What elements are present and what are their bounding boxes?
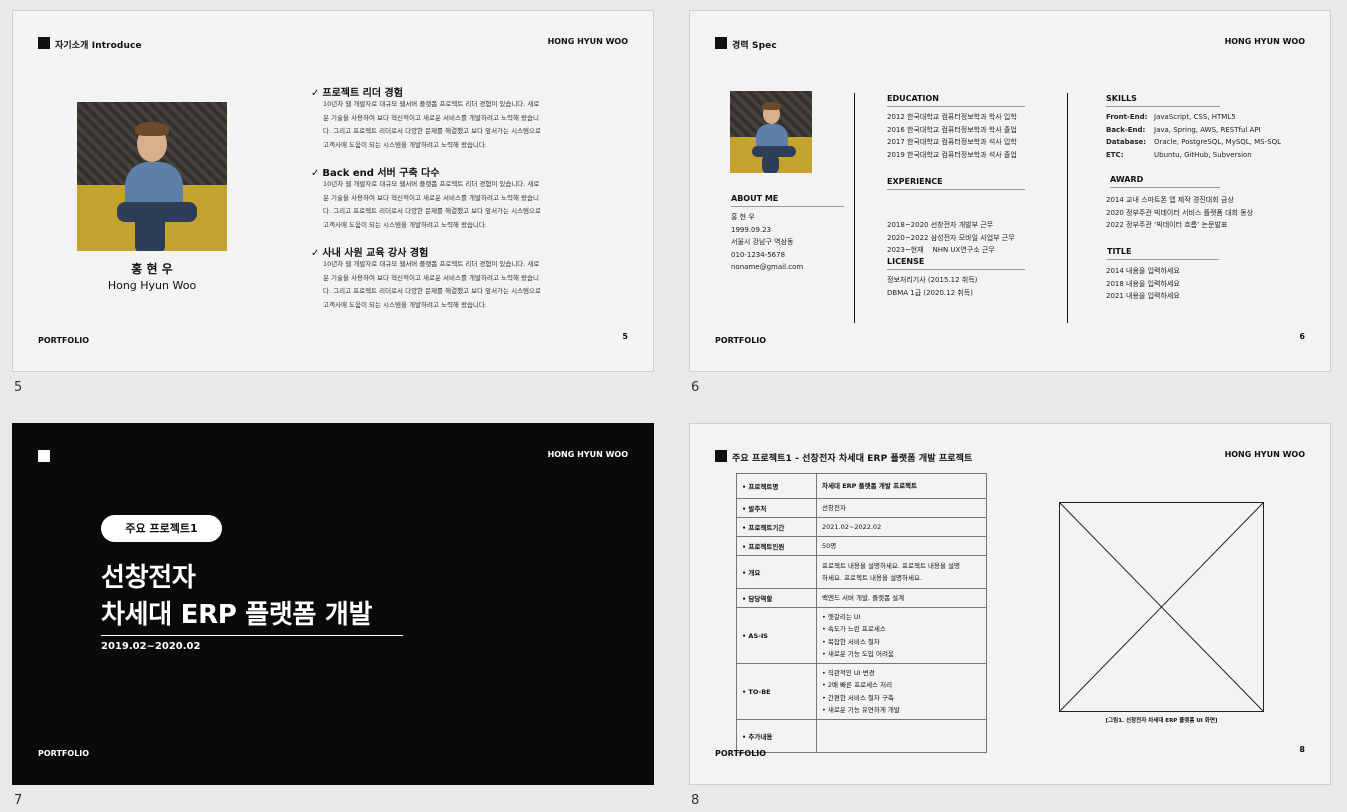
table-row: TO-BE• 직관적인 UI 변경• 2배 빠른 프로세스 처리• 간편한 서비… bbox=[736, 663, 987, 720]
slide-number: 8 bbox=[691, 793, 700, 808]
brand-name: HONG HYUN WOO bbox=[547, 450, 628, 459]
checkmark-icon: ✓ bbox=[311, 248, 320, 259]
section-title: SKILLS bbox=[1106, 94, 1220, 107]
project-info-table: 프로젝트명차세대 ERP 플랫폼 개발 프로젝트 발주처선창전자 프로젝트기간2… bbox=[736, 473, 987, 753]
name-english: Hong Hyun Woo bbox=[107, 279, 197, 292]
section-title: TITLE bbox=[1107, 247, 1219, 260]
slide-8-thumbnail[interactable]: 주요 프로젝트1 - 선창전자 차세대 ERP 플랫폼 개발 프로젝트 HONG… bbox=[689, 423, 1331, 785]
table-row: 추가내용 bbox=[736, 719, 987, 753]
image-caption: [그림1. 선창전자 차세대 ERP 플랫폼 UI 화면] bbox=[1105, 718, 1218, 724]
item-body: 10년차 웹 개발자로 대규모 웹서버 플랫폼 프로젝트 리더 경험이 있습니다… bbox=[323, 180, 542, 229]
item-title: ✓ 사내 사원 교육 강사 경험 bbox=[311, 248, 429, 259]
slide-5-thumbnail[interactable]: 자기소개 Introduce HONG HYUN WOO 홍 현 우 Hong … bbox=[12, 10, 654, 372]
table-row: 프로젝트기간2021.02~2022.02 bbox=[736, 517, 987, 537]
slide-number: 6 bbox=[691, 380, 700, 395]
section-title: AWARD bbox=[1110, 175, 1220, 188]
image-placeholder-icon bbox=[1059, 502, 1264, 712]
checkmark-icon: ✓ bbox=[311, 88, 320, 99]
table-row: 프로젝트인원50명 bbox=[736, 536, 987, 556]
checkmark-icon: ✓ bbox=[311, 168, 320, 179]
project-dates: 2019.02~2020.02 bbox=[101, 641, 201, 652]
table-row: 프로젝트명차세대 ERP 플랫폼 개발 프로젝트 bbox=[736, 473, 987, 499]
slide-number: 5 bbox=[14, 380, 23, 395]
footer-label: PORTFOLIO bbox=[38, 749, 90, 758]
about-me-list: 홍 현 우 1999.09.23 서울시 강남구 역삼동 010-1234-5678 n… bbox=[731, 213, 804, 271]
item-body: 10년차 웹 개발자로 대규모 웹서버 플랫폼 프로젝트 리더 경험이 있습니다… bbox=[323, 260, 542, 309]
slide-header: 주요 프로젝트1 - 선창전자 차세대 ERP 플랫폼 개발 프로젝트 bbox=[732, 454, 973, 464]
section-title: LICENSE bbox=[887, 257, 1025, 270]
name-korean: 홍 현 우 bbox=[131, 262, 173, 276]
project-title-line1: 선창전자 bbox=[101, 563, 196, 593]
license-list: 정보처리기사 (2015.12 취득) DBMA 1급 (2020.12 취득) bbox=[887, 276, 978, 297]
divider bbox=[854, 93, 855, 323]
header-square-icon bbox=[38, 450, 50, 462]
award-list: 2014 교내 스마트폰 앱 제작 경진대회 금상 2020 정부주관 빅데이터 … bbox=[1106, 196, 1254, 229]
slide-7-thumbnail[interactable]: HONG HYUN WOO 주요 프로젝트1 선창전자 차세대 ERP 플랫폼 … bbox=[12, 423, 654, 785]
slide-6-thumbnail[interactable]: 경력 Spec HONG HYUN WOO ABOUT ME 홍 현 우 1999… bbox=[689, 10, 1331, 372]
slide-header: 자기소개 Introduce bbox=[55, 41, 142, 51]
footer-label: PORTFOLIO bbox=[715, 336, 767, 345]
table-row: 담당역할백엔드 서버 개발, 플랫폼 설계 bbox=[736, 588, 987, 608]
header-square-icon bbox=[38, 37, 50, 49]
title-underline bbox=[101, 635, 403, 636]
slide-number: 7 bbox=[14, 793, 23, 808]
footer-label: PORTFOLIO bbox=[715, 749, 767, 758]
table-row: 개요프로젝트 내용을 설명하세요. 프로젝트 내용을 설명하세요. 프로젝트 내… bbox=[736, 555, 987, 589]
divider bbox=[1067, 93, 1068, 323]
page-number: 5 bbox=[622, 332, 628, 341]
header-square-icon bbox=[715, 450, 727, 462]
brand-name: HONG HYUN WOO bbox=[1224, 450, 1305, 459]
project-title-line2: 차세대 ERP 플랫폼 개발 bbox=[101, 600, 373, 630]
item-title: ✓ 프로젝트 리더 경험 bbox=[311, 88, 403, 99]
project-pill-label: 주요 프로젝트1 bbox=[101, 515, 222, 542]
item-body: 10년차 웹 개발자로 대규모 웹서버 플랫폼 프로젝트 리더 경험이 있습니다… bbox=[323, 100, 542, 149]
table-row: AS-IS• 헷갈리는 UI• 속도가 느린 프로세스• 복잡한 서비스 절차•… bbox=[736, 607, 987, 664]
education-list: 2012 한국대학교 컴퓨터정보학과 학사 입학 2016 한국대학교 컴퓨터정보… bbox=[887, 113, 1017, 159]
profile-photo bbox=[77, 102, 227, 251]
item-title: ✓ Back end 서버 구축 다수 bbox=[311, 168, 440, 179]
profile-photo bbox=[730, 91, 812, 173]
brand-name: HONG HYUN WOO bbox=[1224, 37, 1305, 46]
section-title: EXPERIENCE bbox=[887, 177, 1025, 190]
page-number: 6 bbox=[1299, 332, 1305, 341]
brand-name: HONG HYUN WOO bbox=[547, 37, 628, 46]
header-square-icon bbox=[715, 37, 727, 49]
skills-list: Front-End: JavaScript, CSS, HTML5 Back-En… bbox=[1106, 113, 1281, 159]
section-title: EDUCATION bbox=[887, 94, 1025, 107]
slide-header: 경력 Spec bbox=[732, 41, 777, 51]
title-list: 2014 내용을 입력하세요 2018 내용을 입력하세요 2021 내용을 입력하… bbox=[1106, 267, 1180, 300]
table-row: 발주처선창전자 bbox=[736, 498, 987, 518]
section-title: ABOUT ME bbox=[731, 194, 844, 207]
page-number: 8 bbox=[1299, 745, 1305, 754]
footer-label: PORTFOLIO bbox=[38, 336, 90, 345]
